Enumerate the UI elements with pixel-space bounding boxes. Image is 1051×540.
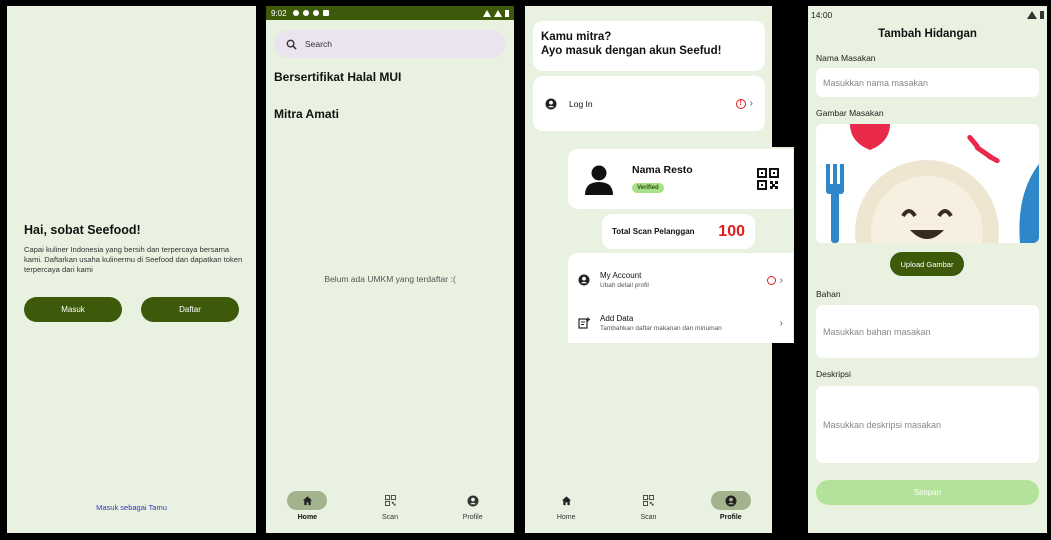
status-bar: 14:00 [808,6,1047,24]
signal-icon [494,9,502,17]
empty-message: Belum ada UMKM yang terdaftar :( [324,274,456,284]
scan-count-label: Total Scan Pelanggan [612,227,695,236]
category-halal[interactable]: Bersertifikat Halal MUI [274,70,401,84]
nav-scan-label: Scan [382,514,398,521]
account-icon [545,98,557,109]
nav-profile[interactable]: Profile [431,485,514,533]
my-account-subtitle: Ubah detail profil [600,282,649,289]
register-button[interactable]: Daftar [141,297,239,322]
search-icon [286,39,297,50]
chevron-right-icon: › [779,274,783,286]
search-bar[interactable]: Search [274,30,505,58]
category-mitra-amati[interactable]: Mitra Amati [274,107,339,121]
add-data-title: Add Data [600,314,634,323]
nav-home-label: Home [556,514,576,521]
scan-count-card: Total Scan Pelanggan 100 [602,214,755,249]
sim-icon [322,10,329,16]
shield-icon [302,10,309,16]
warning-icon: ! [735,98,746,109]
food-illustration-icon [826,124,1039,243]
my-account-row[interactable]: My Account Ubah detail profil › [578,271,783,289]
ingredients-input[interactable]: Masukkan bahan masakan [816,305,1039,358]
nav-scan[interactable]: Scan [607,485,689,533]
profile-menu-card: My Account Ubah detail profil › Add Data… [568,253,793,343]
status-bar: 9:02 [266,6,514,20]
scan-count-value: 100 [718,222,745,240]
qr-code-icon [642,495,654,506]
warning-icon [766,275,776,285]
partner-profile-panel: Nama Resto Verified Total Scan Pelanggan… [567,147,794,343]
nav-profile[interactable]: Profile [690,485,772,533]
hero-line-1: Kamu mitra? [541,31,612,43]
dish-name-label: Nama Masakan [816,53,876,63]
welcome-screen: Hai, sobat Seefood! Capai kuliner Indone… [7,6,256,533]
battery-icon [505,9,509,17]
guest-login-link[interactable]: Masuk sebagai Tamu [7,503,256,512]
add-dish-screen: 14:00 Tambah Hidangan Nama Masakan Masuk… [808,6,1047,533]
hero-line-2: Ayo masuk dengan akun Seefud! [541,45,722,57]
chevron-right-icon: › [749,98,753,109]
description-label: Deskripsi [816,369,851,379]
welcome-title: Hai, sobat Seefood! [24,223,141,237]
dish-image-preview [816,124,1039,243]
qr-code-icon [384,495,396,506]
my-account-title: My Account [600,271,642,280]
resto-profile-card: Nama Resto Verified [568,149,793,209]
home-icon [302,496,312,506]
nav-home[interactable]: Home [266,485,349,533]
add-data-row[interactable]: Add Data Tambahkan daftar makanan dan mi… [578,314,783,332]
verified-badge: Verified [632,183,664,193]
add-data-subtitle: Tambahkan daftar makanan dan minuman [600,325,722,332]
home-icon [561,496,571,506]
partner-hero-card: Kamu mitra? Ayo masuk dengan akun Seefud… [533,21,765,71]
nav-profile-label: Profile [462,514,483,521]
bottom-navigation: Home Scan Profile [525,485,772,533]
save-button[interactable]: Simpan [816,480,1039,505]
wifi-icon [483,9,491,17]
account-icon [467,495,479,506]
nav-profile-label: Profile [719,514,742,521]
account-icon [578,274,590,286]
status-time: 9:02 [271,8,287,18]
upload-image-button[interactable]: Upload Gambar [890,252,964,276]
dish-name-input[interactable]: Masukkan nama masakan [816,68,1039,97]
nav-scan-label: Scan [640,514,657,521]
dish-image-label: Gambar Masakan [816,108,884,118]
login-row[interactable]: Log In ! › [533,76,765,131]
resto-name: Nama Resto [632,164,693,176]
wifi-icon [1027,11,1037,19]
qr-code-icon[interactable] [757,168,779,190]
nav-home[interactable]: Home [525,485,607,533]
chevron-right-icon: › [779,317,783,329]
status-time: 14:00 [811,10,833,20]
settings-icon [292,10,299,16]
home-screen: 9:02 Search Bersertifikat Halal MUI Mitr… [266,6,514,533]
description-input[interactable]: Masukkan deskripsi masakan [816,386,1039,463]
welcome-description: Capai kuliner Indonesia yang bersih dan … [24,245,243,274]
page-title: Tambah Hidangan [878,28,977,40]
account-icon [725,495,737,506]
login-button[interactable]: Masuk [24,297,122,322]
add-list-icon [578,317,590,329]
search-placeholder: Search [305,39,332,49]
login-label: Log In [569,98,593,109]
battery-icon [1040,11,1044,19]
person-avatar-icon [585,165,613,195]
bottom-navigation: Home Scan Profile [266,485,514,533]
at-icon [312,10,319,16]
notification-icons [292,10,329,16]
nav-scan[interactable]: Scan [349,485,432,533]
ingredients-label: Bahan [816,289,841,299]
nav-home-label: Home [297,514,318,521]
